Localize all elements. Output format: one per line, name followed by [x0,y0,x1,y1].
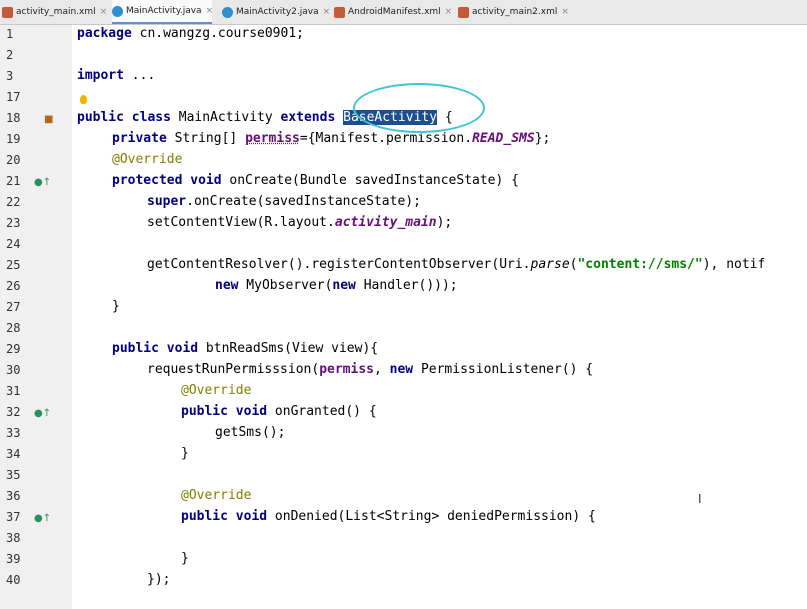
line-number: 39 [6,552,21,566]
java-class-icon [222,6,233,18]
line-number: 40 [6,573,21,587]
line-number: 29 [6,342,21,356]
tab-label: MainActivity2.java [236,7,319,17]
code-line: setContentView(R.layout.activity_main); [147,215,453,230]
line-number: 24 [6,237,21,251]
line-number: 35 [6,468,21,482]
line-number: 27 [6,300,21,314]
code-line: @Override [181,383,252,398]
code-line: requestRunPermisssion(permiss, new Permi… [147,362,594,377]
line-number: 33 [6,426,21,440]
line-number: 1 [6,27,14,41]
tab-label: activity_main2.xml [472,7,558,17]
line-number: 17 [6,90,21,104]
line-number: 3 [6,69,14,83]
code-line: import ... [77,68,156,83]
override-up-arrow-icon[interactable]: ●↑ [34,177,51,189]
close-icon[interactable]: × [206,6,214,16]
code-line: protected void onCreate(Bundle savedInst… [112,173,519,188]
code-line: new MyObserver(new Handler())); [215,278,458,293]
code-line: } [181,446,189,461]
code-line: super.onCreate(savedInstanceState); [147,194,421,209]
class-hierarchy-icon[interactable]: ■ [44,114,53,126]
code-line: private String[] permiss={Manifest.permi… [112,131,551,146]
line-number: 21 [6,174,21,188]
line-number: 28 [6,321,21,335]
close-icon[interactable]: × [561,7,569,17]
tab-label: AndroidManifest.xml [348,7,441,17]
java-class-icon [112,5,123,17]
line-number: 37 [6,510,21,524]
line-number-gutter[interactable]: 1 2 3 17 18 19 20 21 22 23 24 25 26 27 2… [0,25,72,609]
line-number: 20 [6,153,21,167]
code-line: public void onGranted() { [181,404,377,419]
line-number: 23 [6,216,21,230]
line-number: 30 [6,363,21,377]
text-cursor-icon: I [698,492,702,506]
editor-tab-bar: activity_main.xml × MainActivity.java × … [0,0,807,25]
code-line: @Override [112,152,183,167]
code-line: package cn.wangzg.course0901; [77,26,304,41]
line-number: 22 [6,195,21,209]
line-number: 31 [6,384,21,398]
code-line: } [181,551,189,566]
line-number: 18 [6,111,21,125]
line-number: 19 [6,132,21,146]
code-line: public void btnReadSms(View view){ [112,341,379,356]
code-line: }); [147,572,171,587]
tab-activity-main-xml[interactable]: activity_main.xml × [2,0,107,24]
code-line: @Override [181,488,252,503]
close-icon[interactable]: × [100,7,108,17]
tab-mainactivity2-java[interactable]: MainActivity2.java × [222,0,330,24]
code-line: } [112,299,120,314]
line-number: 38 [6,531,21,545]
line-number: 36 [6,489,21,503]
xml-file-icon [2,6,13,18]
tab-activity-main2-xml[interactable]: activity_main2.xml × [458,0,569,24]
override-up-arrow-icon[interactable]: ●↑ [34,408,51,420]
line-number: 34 [6,447,21,461]
line-number: 25 [6,258,21,272]
line-number: 32 [6,405,21,419]
tab-label: MainActivity.java [126,6,202,16]
code-line: getSms(); [215,425,286,440]
intention-bulb-icon[interactable] [80,95,87,104]
code-line: getContentResolver().registerContentObse… [147,257,766,272]
line-number: 26 [6,279,21,293]
xml-file-icon [458,6,469,18]
line-number: 2 [6,48,14,62]
tab-mainactivity-java[interactable]: MainActivity.java × [112,0,214,24]
tab-androidmanifest-xml[interactable]: AndroidManifest.xml × [334,0,452,24]
close-icon[interactable]: × [323,7,331,17]
override-up-arrow-icon[interactable]: ●↑ [34,513,51,525]
highlight-circle [353,83,485,133]
tab-label: activity_main.xml [16,7,96,17]
code-line: public void onDenied(List<String> denied… [181,509,596,524]
close-icon[interactable]: × [445,7,453,17]
xml-file-icon [334,6,345,18]
